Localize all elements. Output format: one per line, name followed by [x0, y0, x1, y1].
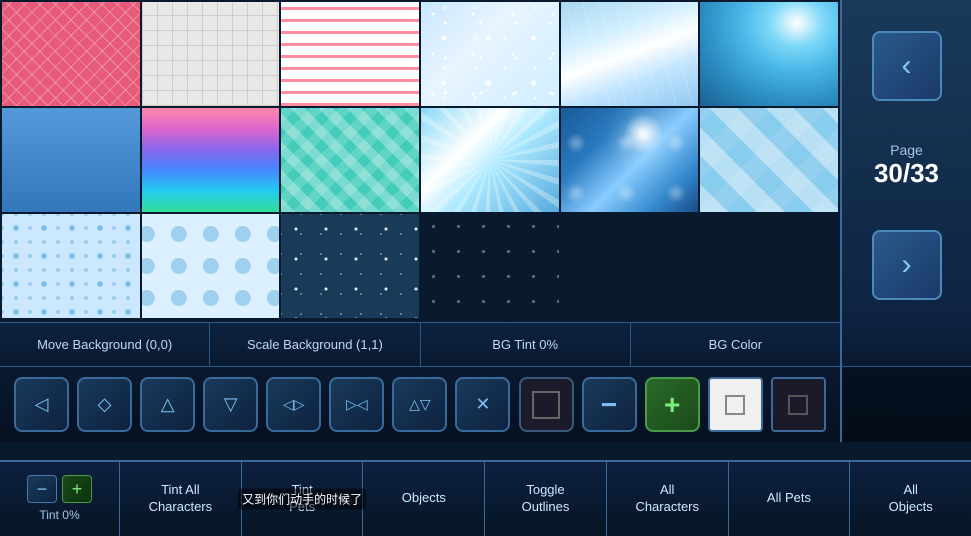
- bg-item-11[interactable]: [561, 108, 699, 212]
- cross-icon: ✕: [475, 394, 490, 415]
- tint-minus-button[interactable]: −: [582, 377, 637, 432]
- scale-horiz-button[interactable]: ◁▷: [266, 377, 321, 432]
- all-pets-label: All Pets: [767, 490, 811, 507]
- tint-all-characters-button[interactable]: Tint AllCharacters: [120, 461, 242, 536]
- top-section: ‹ Page 30/33 ›: [0, 0, 971, 322]
- bg-item-2[interactable]: [142, 2, 280, 106]
- bg-item-15[interactable]: [281, 214, 419, 318]
- page-label: Page: [874, 142, 939, 158]
- background-grid-wrapper: [0, 0, 840, 322]
- bg-item-10[interactable]: [421, 108, 559, 212]
- move-bg-label: Move Background (0,0): [0, 323, 210, 366]
- scale-cross-button[interactable]: ✕: [455, 377, 510, 432]
- tint-bottom-minus[interactable]: −: [27, 475, 57, 503]
- bg-item-8[interactable]: [142, 108, 280, 212]
- bg-item-3[interactable]: [281, 2, 419, 106]
- page-info: Page 30/33: [874, 142, 939, 189]
- dark-swatch-inner2: [788, 395, 808, 415]
- arrow-down-icon: ▽: [224, 394, 238, 415]
- bg-item-7[interactable]: [2, 108, 140, 212]
- all-objects-label: AllObjects: [889, 482, 933, 516]
- move-up-button[interactable]: △: [140, 377, 195, 432]
- plus-icon: +: [664, 389, 680, 421]
- bg-item-13[interactable]: [2, 214, 140, 318]
- tint-plus-icon: +: [72, 479, 83, 500]
- bg-item-14[interactable]: [142, 214, 280, 318]
- tint-objects-button[interactable]: Objects: [363, 461, 485, 536]
- bg-item-16[interactable]: [421, 214, 559, 318]
- toggle-outlines-button[interactable]: ToggleOutlines: [485, 461, 607, 536]
- next-icon: ›: [902, 248, 912, 282]
- white-swatch-inner: [725, 395, 745, 415]
- color-swatch-white[interactable]: [708, 377, 763, 432]
- arrow-bar: ◁ ◇ △ ▽ ◁▷ ▷◁ △▽ ✕: [0, 367, 840, 442]
- scale-compress-icon: ▷◁: [346, 396, 368, 413]
- bg-item-5[interactable]: [561, 2, 699, 106]
- tint-pets-button[interactable]: TintPets 又到你们动手的时候了: [242, 461, 364, 536]
- minus-icon: −: [601, 389, 617, 421]
- prev-page-button[interactable]: ‹: [872, 31, 942, 101]
- controls-bar: Move Background (0,0) Scale Background (…: [0, 322, 840, 367]
- move-down-button[interactable]: ▽: [203, 377, 258, 432]
- tint-swatch-dark[interactable]: [519, 377, 574, 432]
- bg-item-1[interactable]: [2, 2, 140, 106]
- all-objects-button[interactable]: AllObjects: [850, 461, 971, 536]
- bg-tint-label: BG Tint 0%: [421, 323, 631, 366]
- bg-item-9[interactable]: [281, 108, 419, 212]
- scale-vert-button[interactable]: △▽: [392, 377, 447, 432]
- tint-btn-group: − +: [27, 475, 92, 503]
- side-panel-arrow-spacer: [840, 367, 971, 442]
- bg-item-4[interactable]: [421, 2, 559, 106]
- controls-label-row: Move Background (0,0) Scale Background (…: [0, 322, 971, 367]
- background-grid: [0, 0, 840, 320]
- scale-compress-h-button[interactable]: ▷◁: [329, 377, 384, 432]
- toggle-outlines-label: ToggleOutlines: [522, 482, 570, 516]
- chinese-text-overlay: 又到你们动手的时候了: [238, 488, 366, 509]
- arrow-right-icon: ◇: [98, 394, 112, 415]
- move-left-button[interactable]: ◁: [14, 377, 69, 432]
- scale-v-icon: △▽: [409, 396, 431, 413]
- all-characters-label: AllCharacters: [635, 482, 699, 516]
- next-page-button[interactable]: ›: [872, 230, 942, 300]
- bg-item-6[interactable]: [700, 2, 838, 106]
- prev-icon: ‹: [902, 49, 912, 83]
- bg-item-12[interactable]: [700, 108, 838, 212]
- arrow-row-container: ◁ ◇ △ ▽ ◁▷ ▷◁ △▽ ✕: [0, 367, 971, 442]
- color-swatch-dark[interactable]: [771, 377, 826, 432]
- scale-bg-label: Scale Background (1,1): [210, 323, 420, 366]
- tint-minus-icon: −: [37, 479, 48, 500]
- tint-controls: − + Tint 0%: [0, 461, 120, 536]
- arrow-left-icon: ◁: [35, 394, 49, 415]
- tint-plus-button[interactable]: +: [645, 377, 700, 432]
- tint-all-characters-label: Tint AllCharacters: [149, 482, 213, 516]
- bg-color-label: BG Color: [631, 323, 840, 366]
- all-pets-button[interactable]: All Pets: [729, 461, 851, 536]
- move-right-button[interactable]: ◇: [77, 377, 132, 432]
- all-characters-button[interactable]: AllCharacters: [607, 461, 729, 536]
- side-panel: ‹ Page 30/33 ›: [840, 0, 971, 330]
- tint-bottom-plus[interactable]: +: [62, 475, 92, 503]
- tint-objects-label: Objects: [402, 490, 446, 507]
- scale-h-icon: ◁▷: [283, 396, 305, 413]
- tint-percent-label: Tint 0%: [39, 508, 79, 522]
- dark-swatch-inner: [532, 391, 560, 419]
- arrow-up-icon: △: [161, 394, 175, 415]
- page-number: 30/33: [874, 158, 939, 189]
- bottom-toolbar: − + Tint 0% Tint AllCharacters TintPets …: [0, 460, 971, 535]
